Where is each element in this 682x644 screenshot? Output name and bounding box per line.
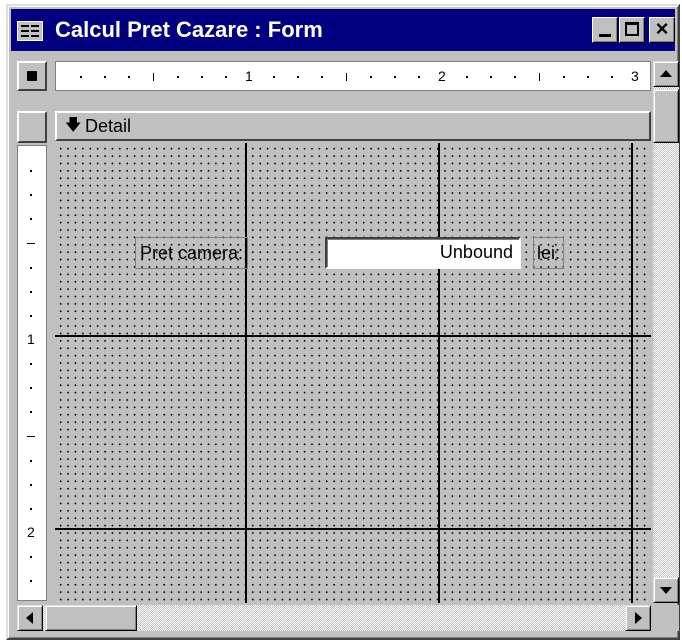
ruler-tick: [224, 76, 227, 78]
ruler-tick: [610, 76, 613, 78]
ruler-tick: [80, 76, 83, 78]
scroll-up-button[interactable]: [653, 61, 679, 87]
lei-label[interactable]: lei:: [533, 237, 565, 269]
ruler-tick: [30, 507, 32, 510]
form-view-icon[interactable]: [17, 21, 43, 41]
horizontal-scroll-thumb[interactable]: [45, 605, 137, 631]
grid-line: [55, 528, 651, 530]
ruler-tick: [562, 76, 565, 78]
ruler-tick: [514, 76, 517, 78]
ruler-tick: [490, 76, 493, 78]
ruler-number: 2: [27, 524, 35, 540]
ruler-tick: [30, 483, 32, 486]
ruler-tick: [30, 218, 32, 221]
arrow-down-icon: [660, 587, 672, 594]
minimize-button[interactable]: [592, 17, 618, 43]
ruler-tick: [538, 73, 540, 81]
title-bar[interactable]: Calcul Pret Cazare : Form ×: [11, 9, 675, 51]
ruler-tick: [200, 76, 203, 78]
section-label: Detail: [85, 116, 132, 136]
ruler-tick: [30, 580, 32, 583]
ruler-tick: [104, 76, 107, 78]
window-title: Calcul Pret Cazare : Form: [55, 17, 323, 42]
ruler-tick: [30, 194, 32, 197]
close-icon: ×: [655, 16, 669, 41]
detail-section-grid[interactable]: Pret camera: Unbound lei:: [55, 143, 651, 603]
ruler-tick: [30, 363, 32, 366]
horizontal-scrollbar[interactable]: [17, 605, 651, 631]
vertical-scroll-thumb[interactable]: [653, 89, 679, 143]
ruler-tick: [297, 76, 300, 78]
maximize-button[interactable]: [619, 17, 645, 43]
grid-line: [438, 143, 440, 603]
scrollbar-corner: [653, 605, 679, 631]
scroll-right-button[interactable]: [625, 605, 651, 631]
vertical-ruler[interactable]: 12: [17, 145, 47, 601]
ruler-tick: [30, 411, 32, 414]
grid-line: [631, 143, 633, 603]
ruler-tick: [30, 314, 32, 317]
horizontal-ruler[interactable]: 1 2 3: [55, 61, 651, 91]
ruler-tick: [273, 76, 276, 78]
grid-line: [245, 143, 247, 603]
maximize-icon: [625, 22, 639, 36]
ruler-tick: [30, 266, 32, 269]
section-selector-button[interactable]: [17, 111, 47, 143]
vertical-scrollbar[interactable]: [653, 61, 679, 603]
ruler-tick: [27, 435, 35, 437]
close-button[interactable]: ×: [649, 17, 675, 43]
minimize-icon: [599, 34, 611, 37]
ruler-tick: [30, 387, 32, 390]
grid-line: [55, 335, 651, 337]
ruler-tick: [152, 73, 154, 81]
ruler-tick: [345, 73, 347, 81]
ruler-tick: [321, 76, 324, 78]
form-window: Calcul Pret Cazare : Form × 123 🡇 Detail…: [6, 4, 680, 640]
form-selector-button[interactable]: [17, 61, 47, 91]
ruler-tick: [393, 76, 396, 78]
ruler-number: 2: [438, 68, 446, 84]
ruler-tick: [176, 76, 179, 78]
ruler-tick: [417, 76, 420, 78]
section-arrow-icon: 🡇: [65, 117, 82, 134]
form-selector-icon: [27, 71, 37, 81]
pret-camera-textbox[interactable]: Unbound: [325, 237, 521, 269]
ruler-tick: [466, 76, 469, 78]
arrow-up-icon: [660, 70, 672, 77]
ruler-tick: [30, 170, 32, 173]
ruler-tick: [586, 76, 589, 78]
ruler-tick: [30, 556, 32, 559]
arrow-left-icon: [26, 612, 33, 624]
ruler-tick: [128, 76, 131, 78]
detail-section-bar[interactable]: 🡇 Detail: [55, 111, 651, 141]
scroll-left-button[interactable]: [17, 605, 43, 631]
pret-camera-label[interactable]: Pret camera:: [135, 237, 249, 269]
ruler-tick: [369, 76, 372, 78]
ruler-number: 1: [245, 68, 253, 84]
ruler-number: 3: [631, 68, 639, 84]
ruler-number: 1: [27, 331, 35, 347]
form-design-area: 123 🡇 Detail 12 Pret camera: Unbound lei…: [11, 53, 679, 635]
ruler-tick: [30, 290, 32, 293]
ruler-tick: [30, 459, 32, 462]
scroll-down-button[interactable]: [653, 577, 679, 603]
arrow-right-icon: [635, 612, 642, 624]
ruler-tick: [27, 242, 35, 244]
